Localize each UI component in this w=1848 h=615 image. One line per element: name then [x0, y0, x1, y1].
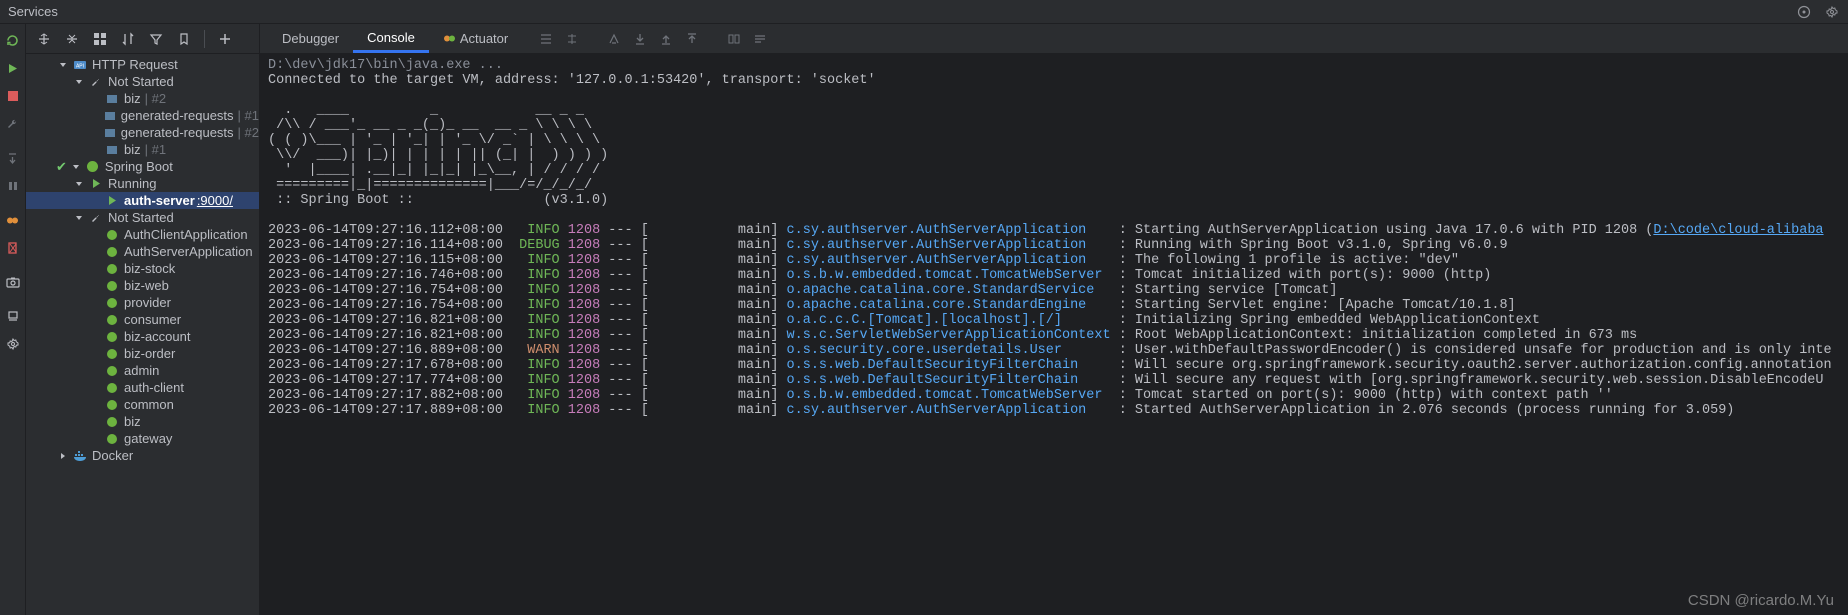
spring-icon: [104, 244, 120, 260]
play-icon: [104, 193, 120, 209]
check-icon: ✔: [56, 159, 67, 175]
tree-app-item[interactable]: admin: [26, 362, 259, 379]
watermark: CSDN @ricardo.M.Yu: [1688, 592, 1834, 609]
group-icon[interactable]: [88, 27, 112, 51]
download-icon[interactable]: [628, 27, 652, 51]
chevron-down-icon: [72, 211, 86, 225]
spring-icon: [104, 329, 120, 345]
separator: [204, 30, 205, 48]
spring-icon: [104, 278, 120, 294]
spring-icon: [104, 380, 120, 396]
menu-icon[interactable]: [1796, 4, 1812, 20]
services-sidebar: API HTTP Request Not Started biz | #2 ge…: [26, 24, 260, 615]
tree-http-request[interactable]: API HTTP Request: [26, 56, 259, 73]
pause-icon[interactable]: [3, 176, 23, 196]
left-gutter: [0, 24, 26, 615]
play-icon: [88, 176, 104, 192]
softwrap-icon[interactable]: [748, 27, 772, 51]
divider-icon[interactable]: [560, 27, 584, 51]
export-icon[interactable]: [680, 27, 704, 51]
sort-icon[interactable]: [116, 27, 140, 51]
request-icon: [104, 108, 117, 124]
tree-not-started-2[interactable]: Not Started: [26, 209, 259, 226]
filter-icon[interactable]: [144, 27, 168, 51]
chevron-down-icon: [72, 177, 86, 191]
request-icon: [104, 91, 120, 107]
http-icon: API: [72, 57, 88, 73]
spring-icon: [104, 261, 120, 277]
spring-icon: [104, 363, 120, 379]
tree-app-item[interactable]: biz: [26, 413, 259, 430]
camera-icon[interactable]: [3, 272, 23, 292]
tree-docker[interactable]: Docker: [26, 447, 259, 464]
request-icon: [104, 142, 120, 158]
add-icon[interactable]: [213, 27, 237, 51]
spring-icon: [104, 312, 120, 328]
tree-not-started[interactable]: Not Started: [26, 73, 259, 90]
tree-item[interactable]: biz | #1: [26, 141, 259, 158]
chevron-right-icon: [56, 449, 70, 463]
breakpoint-icon[interactable]: [3, 210, 23, 230]
spring-icon: [104, 431, 120, 447]
spring-icon: [104, 227, 120, 243]
sidebar-toolbar: [26, 24, 259, 54]
chevron-down-icon: [69, 160, 83, 174]
tree-app-item[interactable]: biz-account: [26, 328, 259, 345]
tree-app-item[interactable]: biz-web: [26, 277, 259, 294]
exit-icon[interactable]: [3, 238, 23, 258]
tree-item[interactable]: generated-requests | #2: [26, 124, 259, 141]
tree-app-item[interactable]: gateway: [26, 430, 259, 447]
tree-app-item[interactable]: AuthClientApplication: [26, 226, 259, 243]
tree-running[interactable]: Running: [26, 175, 259, 192]
tabs-bar: Debugger Console Actuator: [260, 24, 1848, 54]
tree-item[interactable]: generated-requests | #1: [26, 107, 259, 124]
tree-item[interactable]: biz | #2: [26, 90, 259, 107]
wrench-icon: [88, 210, 104, 226]
wrench-icon: [88, 74, 104, 90]
spring-icon: [104, 397, 120, 413]
main-panel: Debugger Console Actuator D:\dev\jdk17\b…: [260, 24, 1848, 615]
tree-app-item[interactable]: auth-client: [26, 379, 259, 396]
spring-icon: [104, 414, 120, 430]
tree-app-item[interactable]: biz-stock: [26, 260, 259, 277]
tab-console[interactable]: Console: [353, 24, 429, 53]
scroll-icon[interactable]: [602, 27, 626, 51]
settings-gear-icon[interactable]: [3, 334, 23, 354]
upload-icon[interactable]: [654, 27, 678, 51]
stop-icon[interactable]: [3, 86, 23, 106]
chevron-down-icon: [56, 58, 70, 72]
wrench-icon[interactable]: [3, 114, 23, 134]
tree-app-item[interactable]: provider: [26, 294, 259, 311]
request-icon: [104, 125, 117, 141]
tree-app-item[interactable]: AuthServerApplication: [26, 243, 259, 260]
bookmark-icon[interactable]: [172, 27, 196, 51]
list-icon[interactable]: [534, 27, 558, 51]
spring-icon: [104, 295, 120, 311]
tree-app-item[interactable]: common: [26, 396, 259, 413]
window-title: Services: [8, 4, 58, 19]
docker-icon: [72, 448, 88, 464]
step-out-icon[interactable]: [3, 148, 23, 168]
services-tree[interactable]: API HTTP Request Not Started biz | #2 ge…: [26, 54, 259, 615]
svg-text:API: API: [76, 63, 84, 69]
run-icon[interactable]: [3, 58, 23, 78]
tab-actuator[interactable]: Actuator: [429, 24, 522, 53]
layers-icon[interactable]: [3, 306, 23, 326]
wrap-icon[interactable]: [722, 27, 746, 51]
expand-all-icon[interactable]: [32, 27, 56, 51]
chevron-down-icon: [72, 75, 86, 89]
title-bar: Services: [0, 0, 1848, 24]
tree-auth-server[interactable]: auth-server :9000/: [26, 192, 259, 209]
spring-icon: [104, 346, 120, 362]
tree-app-item[interactable]: consumer: [26, 311, 259, 328]
tab-debugger[interactable]: Debugger: [268, 24, 353, 53]
spring-icon: [85, 159, 101, 175]
tree-spring-boot[interactable]: ✔ Spring Boot: [26, 158, 259, 175]
actuator-icon: [443, 32, 456, 45]
gear-icon[interactable]: [1824, 4, 1840, 20]
collapse-all-icon[interactable]: [60, 27, 84, 51]
tree-app-item[interactable]: biz-order: [26, 345, 259, 362]
console-output[interactable]: D:\dev\jdk17\bin\java.exe ... Connected …: [260, 54, 1848, 615]
rerun-icon[interactable]: [3, 30, 23, 50]
